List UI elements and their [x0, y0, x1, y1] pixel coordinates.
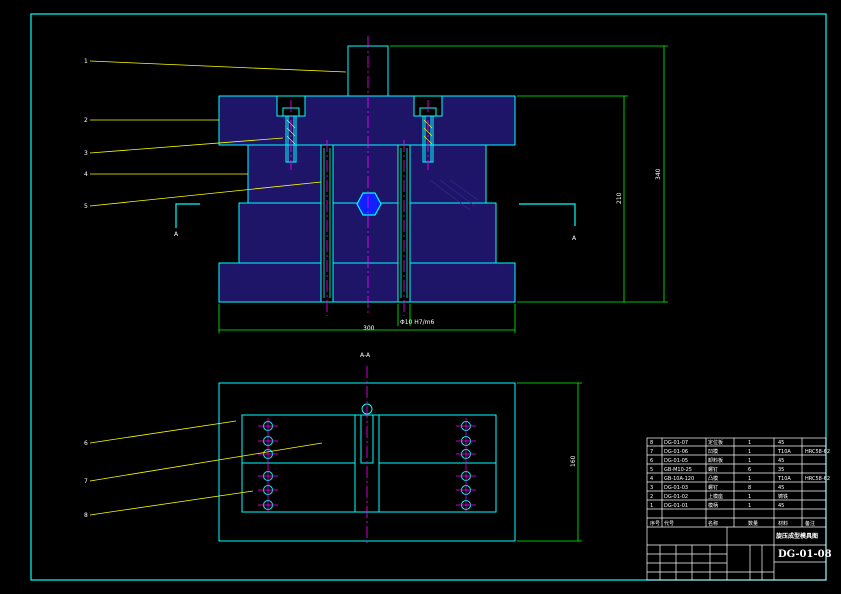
bom-cell-qty: 6: [748, 467, 751, 473]
drawing-title: 旋压成型模具图: [775, 532, 818, 540]
callout-6: 6: [84, 440, 88, 447]
section-view-label: A-A: [360, 352, 371, 359]
dim-height-inner: 210: [616, 192, 623, 204]
bom-header-cell: 数量: [748, 520, 758, 527]
plan-view: [218, 366, 516, 545]
bom-header-cell: 备注: [805, 520, 815, 527]
callout-7: 7: [84, 478, 88, 485]
bom-header-cell: 代号: [664, 520, 674, 527]
bom-cell-code: DG-01-05: [664, 458, 688, 464]
bom-cell-qty: 1: [748, 440, 751, 446]
lower-die-base: [218, 262, 516, 303]
bom-cell-code: DG-01-06: [664, 449, 688, 455]
upper-die-base: [218, 95, 516, 146]
bom-header-cell: 材料: [778, 520, 788, 527]
cad-drawing: A A 340 210 300 Φ10 H7/m6 1 2 3 4 5 A-A: [0, 0, 841, 594]
callout-3: 3: [84, 150, 88, 157]
bom-cell-code: DG-01-03: [664, 485, 688, 491]
callout-5: 5: [84, 203, 88, 210]
bom-cell-qty: 1: [748, 449, 751, 455]
callout-8: 8: [84, 512, 88, 519]
callout-4: 4: [84, 171, 88, 178]
bom-cell-name: 凸模: [708, 475, 718, 482]
bom-cell-mat: 45: [778, 485, 784, 491]
callout-2: 2: [84, 117, 88, 124]
bom-cell-no: 4: [650, 476, 653, 482]
bom-cell-mat: 铸铁: [778, 493, 788, 500]
bom-cell-name: 螺钉: [708, 466, 718, 473]
bom-cell-note: HRC58-62: [805, 449, 830, 455]
dim-width: 300: [363, 325, 375, 332]
bom-cell-name: 凹模: [708, 448, 718, 455]
bom-header-cell: 名称: [708, 520, 718, 527]
bom-cell-mat: 45: [778, 458, 784, 464]
dim-overall-height: 340: [655, 168, 662, 180]
bom-cell-qty: 1: [748, 494, 751, 500]
bom-cell-name: 上模座: [708, 493, 723, 500]
bom-cell-qty: 1: [748, 476, 751, 482]
bom-cell-code: GB-M10-25: [664, 467, 692, 473]
bom-cell-name: 定位板: [708, 439, 723, 446]
bom-cell-mat: 45: [778, 440, 784, 446]
bom-cell-code: GB-10A-120: [664, 476, 694, 482]
bom-cell-name: 卸料板: [708, 457, 723, 464]
bom-cell-mat: 35: [778, 467, 784, 473]
bom-cell-code: DG-01-01: [664, 503, 688, 509]
bom-header-cell: 序号: [650, 520, 660, 527]
bom-cell-name: 螺钉: [708, 484, 718, 491]
center-nut: [356, 192, 382, 216]
bom-cell-qty: 8: [748, 485, 751, 491]
drawing-number: DG-01-08: [778, 549, 832, 560]
bom-cell-code: DG-01-02: [664, 494, 688, 500]
bom-cell-no: 6: [650, 458, 653, 464]
bom-cell-no: 5: [650, 467, 653, 473]
dim-bushing-note: Φ10 H7/m6: [400, 319, 434, 326]
bom-cell-no: 3: [650, 485, 653, 491]
bom-cell-code: DG-01-07: [664, 440, 688, 446]
bom-cell-name: 模柄: [708, 502, 718, 509]
bom-cell-qty: 1: [748, 503, 751, 509]
bom-cell-qty: 1: [748, 458, 751, 464]
bom-cell-mat: T10A: [777, 449, 791, 455]
bom-cell-no: 8: [650, 440, 653, 446]
bom-cell-mat: T10A: [777, 476, 791, 482]
bom-cell-mat: 45: [778, 503, 784, 509]
bom-cell-no: 2: [650, 494, 653, 500]
callout-1: 1: [84, 58, 88, 65]
bom-cell-no: 1: [650, 503, 653, 509]
dim-plan-height: 160: [570, 455, 577, 467]
bom-cell-no: 7: [650, 449, 653, 455]
bom-cell-note: HRC58-62: [805, 476, 830, 482]
